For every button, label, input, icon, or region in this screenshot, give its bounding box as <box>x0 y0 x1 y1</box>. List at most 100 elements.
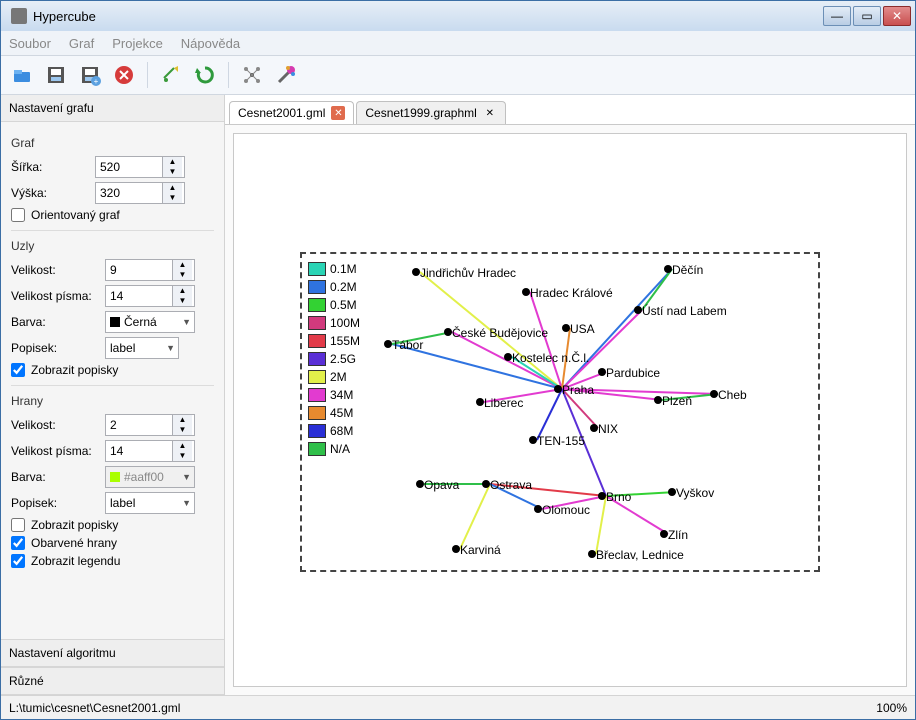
graph-node[interactable]: NIX <box>598 422 618 436</box>
node-label: Praha <box>562 383 594 397</box>
show-node-labels-label: Zobrazit popisky <box>31 363 118 377</box>
width-input[interactable] <box>96 160 162 174</box>
refresh-button[interactable] <box>190 60 220 90</box>
graph-node[interactable]: Vyškov <box>676 486 714 500</box>
height-input[interactable] <box>96 186 162 200</box>
save-button[interactable] <box>41 60 71 90</box>
show-legend-checkbox[interactable] <box>11 554 25 568</box>
graph-node[interactable]: TEN-155 <box>537 434 585 448</box>
node-dot-icon <box>416 480 424 488</box>
graph-node[interactable]: USA <box>570 322 595 336</box>
edge-labeltype-label: Popisek: <box>11 496 101 510</box>
sidebar: Nastavení grafu Graf Šířka: ▲▼ Výška: ▲▼… <box>1 95 225 695</box>
legend-swatch <box>308 280 326 294</box>
graph-node[interactable]: Karviná <box>460 543 501 557</box>
graph-node[interactable]: Kostelec n.Č.l. <box>512 351 589 365</box>
graph-canvas[interactable]: 0.1M0.2M0.5M100M155M2.5G2M34M45M68MN/A P… <box>233 133 907 687</box>
legend-label: 0.2M <box>330 280 357 294</box>
graph-node[interactable]: Břeclav, Lednice <box>596 548 684 562</box>
legend-swatch <box>308 388 326 402</box>
height-label: Výška: <box>11 186 91 200</box>
graph-node[interactable]: Zlín <box>668 528 688 542</box>
colored-edges-checkbox[interactable] <box>11 536 25 550</box>
node-size-input[interactable] <box>106 263 172 277</box>
graph-node[interactable]: Hradec Králové <box>530 286 613 300</box>
svg-text:+: + <box>94 77 99 86</box>
node-color-combo[interactable]: Černá▼ <box>105 311 195 333</box>
transform-button[interactable] <box>156 60 186 90</box>
oriented-checkbox[interactable] <box>11 208 25 222</box>
node-dot-icon <box>476 398 484 406</box>
tab-close-icon[interactable]: ✕ <box>483 106 497 120</box>
delete-button[interactable] <box>109 60 139 90</box>
node-dot-icon <box>598 368 606 376</box>
edge-font-input[interactable] <box>106 444 172 458</box>
edge-font-label: Velikost písma: <box>11 444 101 458</box>
maximize-button[interactable]: ▭ <box>853 6 881 26</box>
graph-node[interactable]: Opava <box>424 478 459 492</box>
graph-node[interactable]: České Budějovice <box>452 326 548 340</box>
graph-node[interactable]: Cheb <box>718 388 747 402</box>
node-label: Zlín <box>668 528 688 542</box>
node-label: Kostelec n.Č.l. <box>512 351 589 365</box>
spin-up-icon[interactable]: ▲ <box>162 157 182 167</box>
close-button[interactable]: ✕ <box>883 6 911 26</box>
menu-bar: Soubor Graf Projekce Nápověda <box>1 31 915 55</box>
style-button[interactable] <box>271 60 301 90</box>
menu-graph[interactable]: Graf <box>69 36 94 51</box>
spin-down-icon[interactable]: ▼ <box>162 167 182 177</box>
tab-close-icon[interactable]: ✕ <box>331 106 345 120</box>
app-icon <box>11 8 27 24</box>
node-label: Ostrava <box>490 478 532 492</box>
node-label: Vyškov <box>676 486 714 500</box>
graph-edge <box>537 389 562 440</box>
sidebar-header[interactable]: Nastavení grafu <box>1 95 224 122</box>
legend-item: 2.5G <box>308 350 360 368</box>
layout-button[interactable] <box>237 60 267 90</box>
edge-size-label: Velikost: <box>11 418 101 432</box>
graph-node[interactable]: Děčín <box>672 263 703 277</box>
node-label: Jindřichův Hradec <box>420 266 516 280</box>
save-as-button[interactable]: + <box>75 60 105 90</box>
minimize-button[interactable]: — <box>823 6 851 26</box>
menu-projection[interactable]: Projekce <box>112 36 163 51</box>
group-graph: Graf <box>11 136 214 150</box>
show-node-labels-checkbox[interactable] <box>11 363 25 377</box>
graph-node[interactable]: Jindřichův Hradec <box>420 266 516 280</box>
tab[interactable]: Cesnet2001.gml✕ <box>229 101 354 124</box>
edge-size-input[interactable] <box>106 418 172 432</box>
menu-help[interactable]: Nápověda <box>181 36 240 51</box>
open-button[interactable] <box>7 60 37 90</box>
graph-node[interactable]: Brno <box>606 490 631 504</box>
legend-item: 68M <box>308 422 360 440</box>
edge-label-combo[interactable]: label▼ <box>105 492 195 514</box>
legend-label: N/A <box>330 442 350 456</box>
menu-file[interactable]: Soubor <box>9 36 51 51</box>
graph-node[interactable]: Praha <box>562 383 594 397</box>
show-edge-labels-checkbox[interactable] <box>11 518 25 532</box>
node-dot-icon <box>660 530 668 538</box>
node-label: Cheb <box>718 388 747 402</box>
graph-node[interactable]: Tábor <box>392 338 423 352</box>
graph-node[interactable]: Liberec <box>484 396 523 410</box>
legend-swatch <box>308 316 326 330</box>
node-label-combo[interactable]: label▼ <box>105 337 179 359</box>
node-label: Karviná <box>460 543 501 557</box>
graph-node[interactable]: Ostrava <box>490 478 532 492</box>
node-dot-icon <box>412 268 420 276</box>
tab[interactable]: Cesnet1999.graphml✕ <box>356 101 505 124</box>
node-dot-icon <box>562 324 570 332</box>
legend-label: 100M <box>330 316 360 330</box>
sidebar-algo[interactable]: Nastavení algoritmu <box>1 639 224 667</box>
status-path: L:\tumic\cesnet\Cesnet2001.gml <box>9 701 180 715</box>
graph-node[interactable]: Olomouc <box>542 503 590 517</box>
graph-node[interactable]: Pardubice <box>606 366 660 380</box>
node-color-label: Barva: <box>11 315 101 329</box>
node-label: Olomouc <box>542 503 590 517</box>
graph-node[interactable]: Plzeň <box>662 394 692 408</box>
edge-color-combo: #aaff00▼ <box>105 466 195 488</box>
sidebar-misc[interactable]: Různé <box>1 667 224 695</box>
legend-item: 0.1M <box>308 260 360 278</box>
node-font-input[interactable] <box>106 289 172 303</box>
graph-node[interactable]: Ústí nad Labem <box>642 304 727 318</box>
